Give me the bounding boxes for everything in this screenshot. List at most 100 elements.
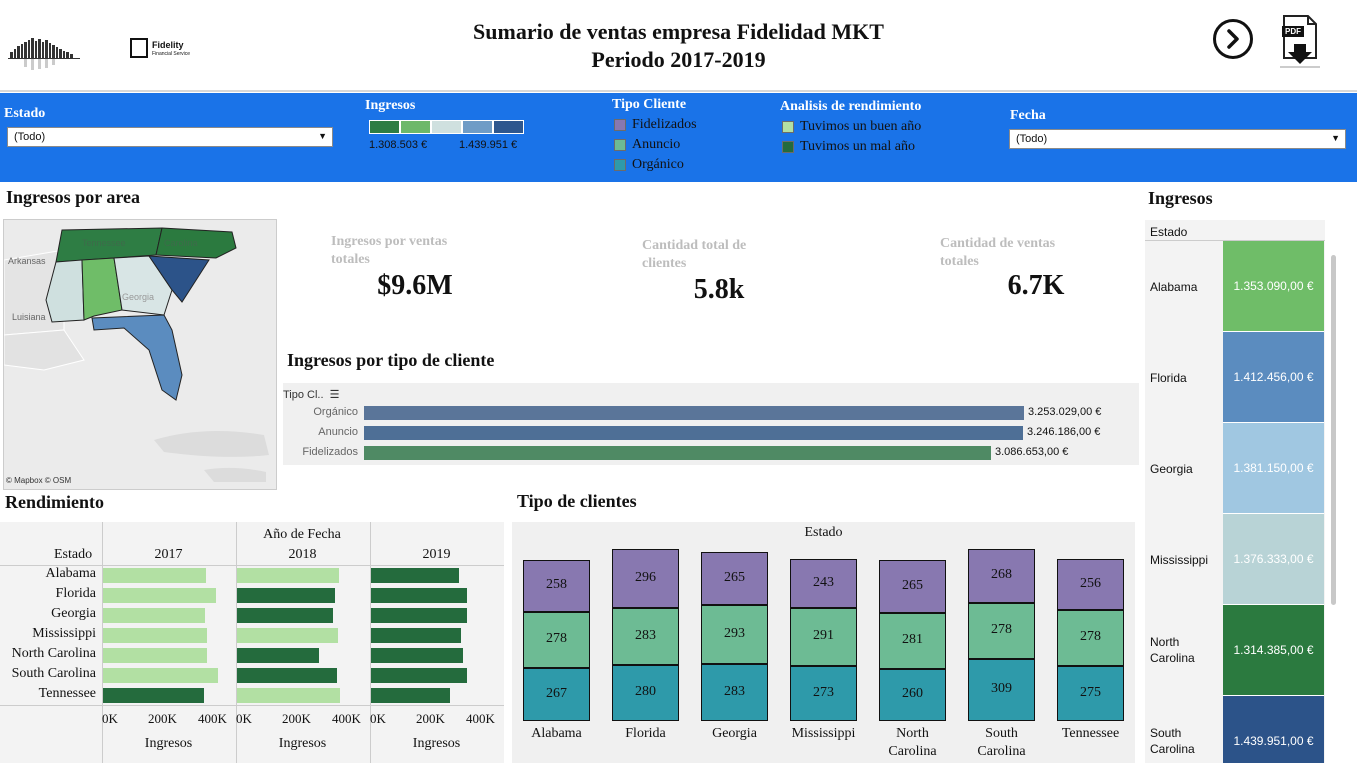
stack-category-text: Tennessee [1061, 726, 1120, 741]
kpi-ventas-label-line2: totales [940, 254, 979, 269]
tipo-bar-category: Fidelizados [302, 446, 358, 458]
tipo-bar[interactable] [364, 426, 1023, 440]
rend-bar[interactable] [237, 628, 338, 643]
ingresos-table-state-line1: Georgia [1150, 461, 1193, 476]
rend-tick: 200K [282, 711, 311, 726]
rend-state-label: North Carolina [11, 646, 96, 661]
rend-bar[interactable] [237, 588, 335, 603]
fecha-filter-label: Fecha [1010, 108, 1046, 123]
legend-swatch [614, 119, 626, 131]
rend-axis-label: Ingresos [278, 736, 327, 751]
fidelity-logo-mark [130, 38, 148, 58]
rendimiento-chart: Año de Fecha Estado 2017 0K 200K 400K Ingresos… [0, 522, 504, 763]
legend-swatch [614, 159, 626, 171]
legend-label: Tuvimos un buen año [800, 119, 922, 134]
legend-swatch [614, 139, 626, 151]
ingresos-table-state: North Carolina [1150, 634, 1222, 666]
rend-bar[interactable] [237, 608, 333, 623]
kpi-clientes-value: 5.8k [693, 274, 745, 305]
ingresos-table-state: South Carolina [1150, 725, 1222, 757]
stack-value: 265 [902, 577, 923, 593]
rend-year-label: 2019 [422, 547, 451, 562]
stack-category-text: Mississippi [791, 726, 856, 741]
rend-axis-label: Ingresos [144, 736, 193, 751]
tipo-bar-chart: Tipo Cl.. ☰ Orgánico 3.253.029,00 € Anunci… [283, 383, 1139, 465]
page-title-line2: Periodo 2017-2019 [591, 47, 766, 72]
caret-down-icon: ▼ [1331, 133, 1340, 143]
caret-down-icon: ▼ [318, 131, 327, 141]
rend-bar[interactable] [103, 648, 207, 663]
pdf-download-button[interactable]: PDF [1276, 14, 1324, 70]
rend-bar[interactable] [237, 648, 319, 663]
fecha-filter-select[interactable]: (Todo) ▼ [1009, 129, 1346, 149]
rend-bar[interactable] [371, 568, 459, 583]
ingresos-table-value: 1.353.090,00 € [1233, 278, 1314, 293]
rend-tick: 0K [102, 711, 118, 726]
rend-bar[interactable] [103, 568, 206, 583]
fidelity-logo-name: Fidelity [152, 40, 184, 50]
tipo-cliente-legend-item[interactable]: Anuncio [614, 135, 697, 155]
map-view[interactable]: Arkansas Tennessee Carolina Georgia Luis… [3, 219, 277, 490]
ingresos-color-legend [369, 120, 529, 136]
map-label-arkansas: Arkansas [8, 256, 46, 266]
estado-filter-label: Estado [4, 106, 46, 121]
rend-state-label: South Carolina [11, 666, 96, 681]
tipo-cliente-legend-item[interactable]: Orgánico [614, 155, 697, 175]
ingresos-table-state-line1: North [1150, 634, 1180, 649]
rend-bar[interactable] [103, 668, 218, 683]
stack-category-label: South Carolina [956, 725, 1047, 761]
stack-value: 283 [724, 683, 745, 699]
tipo-bar-category: Orgánico [313, 406, 358, 418]
ingresos-table-value: 1.376.333,00 € [1233, 551, 1314, 566]
map-label-luisiana: Luisiana [12, 312, 46, 322]
stack-value: 283 [635, 627, 656, 643]
ingresos-table-cell[interactable] [1223, 696, 1324, 763]
estado-filter-select[interactable]: (Todo) ▼ [7, 127, 333, 147]
rendimiento-legend-item[interactable]: Tuvimos un mal año [782, 137, 921, 157]
ingresos-min-value: 1.308.503 € [369, 139, 428, 151]
legend-swatch [782, 121, 794, 133]
rend-bar[interactable] [371, 648, 463, 663]
rend-bar[interactable] [103, 628, 207, 643]
rend-bar[interactable] [371, 588, 467, 603]
kpi-ingresos-label-line1: Ingresos por ventas [331, 234, 448, 249]
rendimiento-legend-item[interactable]: Tuvimos un buen año [782, 117, 921, 137]
tipo-cliente-legend-item[interactable]: Fidelizados [614, 115, 697, 135]
ingresos-table-state-line1: Florida [1150, 370, 1187, 385]
rend-bar[interactable] [237, 688, 340, 703]
rend-tick: 0K [236, 711, 252, 726]
ingresos-table-scrollbar[interactable] [1331, 255, 1336, 605]
next-page-button[interactable] [1213, 19, 1253, 59]
tipo-bar-value: 3.086.653,00 € [995, 446, 1069, 458]
rend-bar[interactable] [371, 628, 461, 643]
fidelity-logo: Fidelity Financial Service [130, 38, 196, 60]
stack-category-text: Florida [625, 726, 666, 741]
rend-year-label: 2018 [288, 547, 317, 562]
stack-top-label: Estado [804, 525, 843, 540]
rend-bar[interactable] [371, 688, 450, 703]
rend-bar[interactable] [103, 588, 216, 603]
ingresos-legend-swatch [493, 120, 524, 134]
ingresos-table: Estado 1.353.090,00 € Alabama 1.412.456,00… [1145, 220, 1325, 763]
rend-bar[interactable] [371, 668, 467, 683]
kpi-clientes-label-line1: Cantidad total de [642, 238, 747, 253]
rend-bar[interactable] [237, 668, 337, 683]
map-label-tennessee: Tennessee [82, 238, 126, 248]
tipo-bar[interactable] [364, 446, 991, 460]
ingresos-filter-label: Ingresos [365, 98, 416, 113]
map-title: Ingresos por area [6, 187, 141, 207]
rend-bar[interactable] [103, 688, 204, 703]
ingresos-legend-swatch [462, 120, 493, 134]
rend-row-header: Estado [54, 547, 93, 562]
stack-value: 243 [813, 574, 834, 590]
stack-value: 256 [1080, 575, 1101, 591]
rend-bar[interactable] [103, 608, 205, 623]
stack-value: 268 [991, 567, 1012, 582]
tipo-bar[interactable] [364, 406, 1024, 420]
kpi-ingresos: Ingresos por ventas totales [331, 233, 521, 269]
rend-bar[interactable] [371, 608, 467, 623]
rend-bar[interactable] [237, 568, 339, 583]
stack-value: 280 [635, 684, 656, 699]
kpi-clientes-label-line2: clientes [642, 256, 687, 271]
map-credit: © Mapbox © OSM [6, 476, 72, 485]
